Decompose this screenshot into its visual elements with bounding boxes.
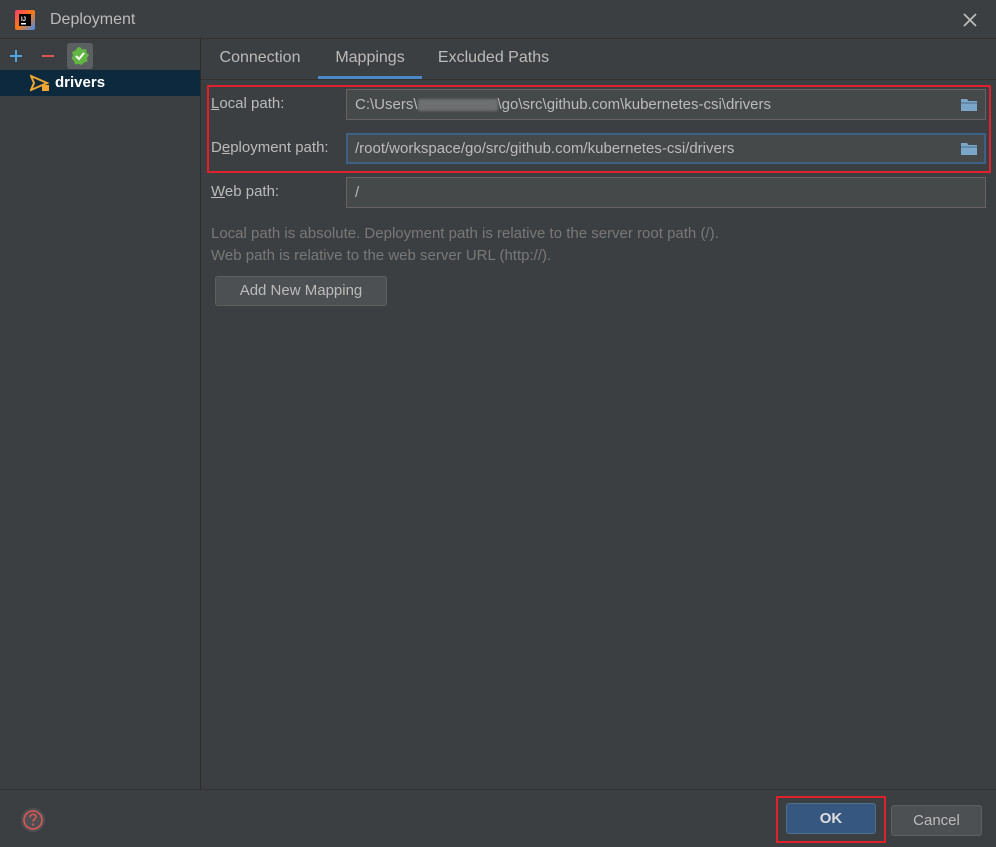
minus-icon [42,55,54,57]
web-path-field[interactable]: / [346,177,986,208]
remove-server-button[interactable] [35,43,61,69]
add-new-mapping-button[interactable]: Add New Mapping [215,276,387,306]
plus-icon [10,50,22,62]
highlight-box-paths [207,85,991,173]
window-title: Deployment [50,11,136,28]
svg-text:IJ: IJ [21,17,26,23]
tab-connection[interactable]: Connection [204,39,316,79]
cancel-button[interactable]: Cancel [891,805,982,836]
tree-item-drivers[interactable]: drivers [0,70,200,96]
tab-excluded-paths[interactable]: Excluded Paths [426,39,561,79]
help-icon[interactable] [19,806,47,834]
server-list-panel: drivers [0,39,201,789]
highlight-box-ok [776,796,886,843]
check-badge-icon [71,47,89,65]
tab-mappings[interactable]: Mappings [318,39,422,79]
add-server-button[interactable] [3,43,29,69]
use-as-default-button[interactable] [67,43,93,69]
intellij-app-icon: IJ [15,10,35,30]
web-path-label: Web path: [211,183,280,200]
title-bar: IJ Deployment [0,0,996,39]
tree-item-label: drivers [55,74,106,91]
server-upload-icon [30,74,50,92]
hint-web-path: Web path is relative to the web server U… [211,247,552,264]
hint-local-path: Local path is absolute. Deployment path … [211,225,719,242]
close-icon[interactable] [958,8,982,32]
tab-bar: Connection Mappings Excluded Paths [201,39,996,80]
